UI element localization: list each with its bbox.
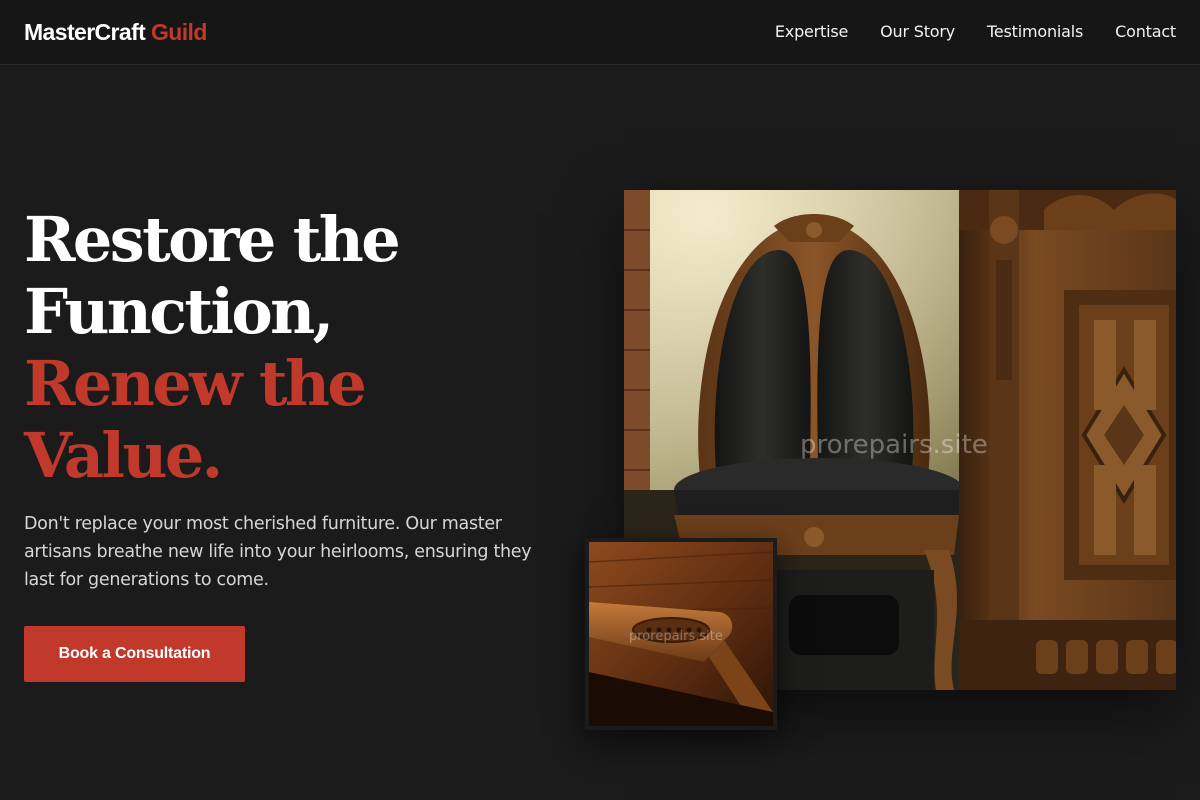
- logo-accent-text: Guild: [151, 19, 207, 45]
- site-header: MasterCraft Guild Expertise Our Story Te…: [0, 0, 1200, 65]
- logo-main-text: MasterCraft: [24, 19, 146, 45]
- nav-link-contact[interactable]: Contact: [1115, 22, 1176, 42]
- hero-title: Restore the Function, Renew the Value.: [24, 203, 401, 492]
- hero-title-line-2: Function,: [24, 275, 334, 348]
- image-watermark: prorepairs.site: [800, 430, 988, 460]
- hero-title-line-1: Restore the: [24, 203, 401, 276]
- brand-logo[interactable]: MasterCraft Guild: [24, 18, 207, 46]
- hero-title-accent-line-2: Value.: [24, 419, 223, 492]
- inset-watermark: prorepairs.site: [629, 629, 723, 644]
- hero-title-accent-line-1: Renew the: [24, 347, 367, 420]
- nav-link-our-story[interactable]: Our Story: [880, 22, 955, 42]
- nav-link-testimonials[interactable]: Testimonials: [987, 22, 1083, 42]
- book-consultation-button[interactable]: Book a Consultation: [24, 626, 245, 682]
- hero-inset-image: prorepairs.site: [585, 538, 777, 730]
- nav-link-expertise[interactable]: Expertise: [775, 22, 848, 42]
- main-nav: Expertise Our Story Testimonials Contact: [775, 22, 1176, 42]
- hero-description: Don't replace your most cherished furnit…: [24, 514, 532, 590]
- armrest-detail-illustration: prorepairs.site: [589, 542, 773, 726]
